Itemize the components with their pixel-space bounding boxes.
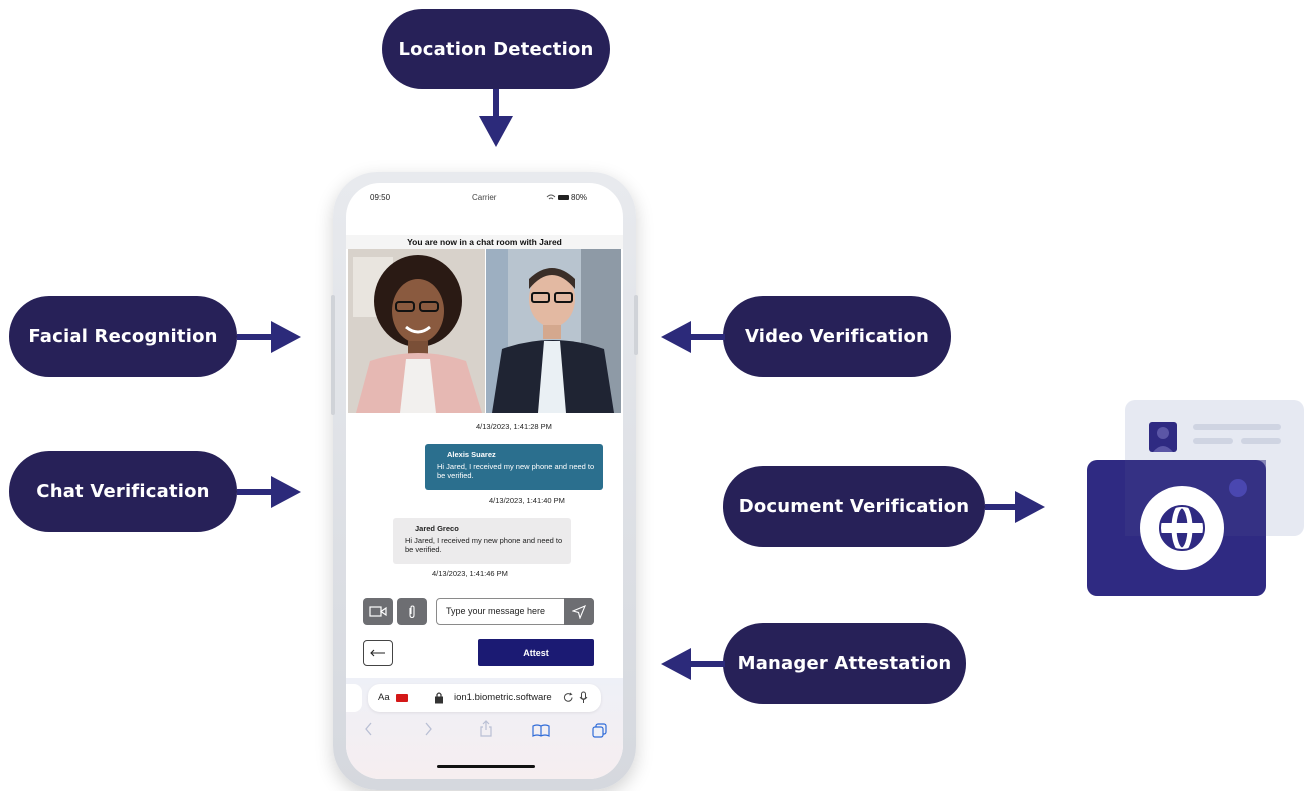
share-icon[interactable] — [479, 720, 493, 737]
person-avatar-man — [486, 249, 621, 413]
message-author: Jared Greco — [415, 524, 459, 533]
facial-recognition-label: Facial Recognition — [28, 326, 218, 347]
manager-attestation-label: Manager Attestation — [737, 653, 952, 674]
arrow-right-icon — [237, 476, 301, 508]
arrow-down-icon — [479, 89, 513, 147]
back-arrow-icon — [370, 649, 385, 657]
status-bar: 09:50 Carrier 80% — [346, 193, 623, 207]
video-call-area[interactable] — [348, 249, 621, 413]
participant-video-alexis — [348, 249, 485, 413]
screen-recording-icon — [396, 694, 408, 702]
message-timestamp: 4/13/2023, 1:41:40 PM — [489, 496, 565, 505]
browser-toolbar: Aa ion1.biometric.software — [346, 678, 623, 779]
phone-side-button — [634, 295, 638, 355]
home-indicator — [437, 765, 535, 768]
status-indicators: 80% — [546, 193, 587, 202]
microphone-icon[interactable] — [579, 691, 588, 704]
tabs-icon[interactable] — [592, 723, 607, 738]
facial-recognition-pill: Facial Recognition — [9, 296, 237, 377]
message-text: Hi Jared, I received my new phone and ne… — [437, 462, 595, 480]
message-author: Alexis Suarez — [447, 450, 496, 459]
message-timestamp: 4/13/2023, 1:41:46 PM — [432, 569, 508, 578]
battery-icon — [558, 195, 569, 200]
video-camera-icon — [369, 606, 387, 617]
phone-side-button — [331, 295, 335, 415]
location-detection-label: Location Detection — [398, 38, 594, 60]
message-text: Hi Jared, I received my new phone and ne… — [405, 536, 563, 554]
address-bar[interactable]: Aa ion1.biometric.software — [368, 684, 601, 712]
document-verification-pill: Document Verification — [723, 466, 985, 547]
arrow-right-icon — [237, 321, 301, 353]
nav-back-icon[interactable] — [364, 722, 374, 736]
back-button[interactable] — [363, 640, 393, 666]
nav-forward-icon[interactable] — [423, 722, 433, 736]
wifi-icon — [546, 194, 556, 200]
chat-verification-pill: Chat Verification — [9, 451, 237, 532]
manager-attestation-pill: Manager Attestation — [723, 623, 966, 704]
status-carrier: Carrier — [472, 193, 497, 202]
attest-button-label: Attest — [523, 647, 549, 658]
video-verification-pill: Video Verification — [723, 296, 951, 377]
send-icon — [572, 604, 586, 619]
attach-file-button[interactable] — [397, 598, 427, 625]
document-verification-label: Document Verification — [738, 496, 970, 517]
chat-room-header: You are now in a chat room with Jared — [346, 235, 623, 249]
chat-verification-label: Chat Verification — [36, 481, 210, 502]
chat-message-incoming: Jared Greco Hi Jared, I received my new … — [393, 518, 571, 564]
send-button[interactable] — [564, 598, 594, 625]
passport-icon — [1087, 460, 1266, 596]
video-call-button[interactable] — [363, 598, 393, 625]
chat-message-outgoing: Alexis Suarez Hi Jared, I received my ne… — [425, 444, 603, 490]
lock-icon — [435, 692, 443, 704]
text-size-button[interactable]: Aa — [378, 692, 390, 703]
arrow-right-icon — [985, 491, 1045, 523]
person-avatar-woman — [348, 249, 485, 413]
message-input-placeholder: Type your message here — [446, 606, 546, 616]
status-time: 09:50 — [370, 193, 391, 202]
participant-video-jared — [486, 249, 621, 413]
book-icon[interactable] — [532, 724, 550, 737]
arrow-left-icon — [661, 321, 725, 353]
message-timestamp: 4/13/2023, 1:41:28 PM — [476, 422, 552, 431]
url-text: ion1.biometric.software — [454, 692, 552, 703]
attest-button[interactable]: Attest — [478, 639, 594, 666]
location-detection-pill: Location Detection — [382, 9, 610, 89]
video-verification-label: Video Verification — [744, 326, 930, 347]
arrow-left-icon — [661, 648, 725, 680]
refresh-icon[interactable] — [563, 692, 574, 703]
paperclip-icon — [409, 604, 415, 618]
battery-percent: 80% — [571, 193, 588, 202]
previous-tab-card[interactable] — [346, 684, 362, 712]
phone-screen: 09:50 Carrier 80% You are now in a chat … — [346, 183, 623, 779]
